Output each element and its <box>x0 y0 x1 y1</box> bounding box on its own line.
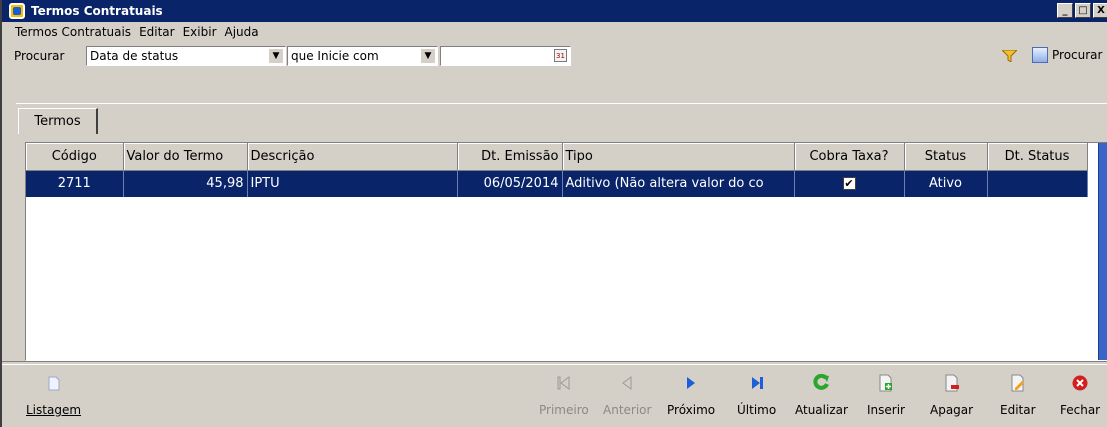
table-header-row: Código Valor do Termo Descrição Dt. Emis… <box>26 143 1088 171</box>
search-icon <box>1032 47 1048 63</box>
fechar-button[interactable]: Fechar <box>1060 372 1100 417</box>
filter-icon[interactable] <box>1002 50 1017 62</box>
apagar-label: Apagar <box>930 403 974 417</box>
cell-status: Ativo <box>904 170 988 197</box>
terms-table: Código Valor do Termo Descrição Dt. Emis… <box>26 143 1088 197</box>
cell-cobra-taxa: ✔ <box>794 170 905 197</box>
cell-tipo: Aditivo (Não altera valor do co <box>562 170 795 197</box>
chevron-down-icon[interactable]: ▼ <box>421 49 435 63</box>
title-bar[interactable]: Termos Contratuais _ □ X <box>2 0 1107 22</box>
apagar-button[interactable]: Apagar <box>930 372 973 417</box>
search-field-value: Data de status <box>90 49 179 63</box>
chevron-down-icon[interactable]: ▼ <box>269 49 283 63</box>
minimize-button[interactable]: _ <box>1057 3 1073 18</box>
search-button-label: Procurar <box>1052 48 1103 62</box>
refresh-icon <box>812 372 830 394</box>
vertical-scrollbar[interactable] <box>1098 143 1107 360</box>
anterior-button[interactable]: Anterior <box>603 372 651 417</box>
search-operator-value: que Inicie com <box>291 49 379 63</box>
tab-strip-line <box>16 103 1107 104</box>
editar-label: Editar <box>1000 403 1036 417</box>
menu-ajuda[interactable]: Ajuda <box>221 25 263 39</box>
add-icon <box>878 372 894 394</box>
next-record-icon <box>685 372 697 394</box>
primeiro-button[interactable]: Primeiro <box>539 372 589 417</box>
search-value-input[interactable]: 31 <box>440 46 571 66</box>
proximo-button[interactable]: Próximo <box>667 372 715 417</box>
search-field-select[interactable]: Data de status ▼ <box>86 46 286 66</box>
cell-codigo: 2711 <box>26 170 124 197</box>
close-window-button[interactable]: X <box>1093 3 1107 18</box>
first-record-icon <box>557 372 571 394</box>
main-window: Termos Contratuais _ □ X Termos Contratu… <box>0 0 1107 427</box>
column-header-tipo[interactable]: Tipo <box>562 143 795 171</box>
window-title: Termos Contratuais <box>31 4 163 18</box>
ultimo-label: Último <box>737 403 777 417</box>
search-operator-select[interactable]: que Inicie com ▼ <box>287 46 438 66</box>
listagem-label: Listagem <box>26 403 82 417</box>
anterior-label: Anterior <box>603 403 652 417</box>
proximo-label: Próximo <box>667 403 716 417</box>
column-header-dt-status[interactable]: Dt. Status <box>987 143 1088 171</box>
splitter[interactable] <box>2 361 1107 365</box>
listagem-button[interactable]: Listagem <box>26 372 81 417</box>
previous-record-icon <box>621 372 633 394</box>
column-header-status[interactable]: Status <box>904 143 988 171</box>
column-header-valor-do-termo[interactable]: Valor do Termo <box>123 143 248 171</box>
document-icon <box>48 372 60 394</box>
delete-icon <box>944 372 960 394</box>
column-header-dt-emissao[interactable]: Dt. Emissão <box>457 143 563 171</box>
search-label: Procurar <box>14 49 65 63</box>
inserir-button[interactable]: Inserir <box>867 372 905 417</box>
app-icon <box>9 3 25 19</box>
inserir-label: Inserir <box>867 403 905 417</box>
terms-grid[interactable]: Código Valor do Termo Descrição Dt. Emis… <box>25 142 1107 361</box>
menu-exibir[interactable]: Exibir <box>179 25 221 39</box>
cell-valor: 45,98 <box>123 170 248 197</box>
cell-dt-emissao: 06/05/2014 <box>457 170 563 197</box>
menu-editar[interactable]: Editar <box>135 25 179 39</box>
menu-termos-contratuais[interactable]: Termos Contratuais <box>11 25 135 39</box>
edit-icon <box>1010 372 1026 394</box>
cell-descricao: IPTU <box>247 170 458 197</box>
tab-termos[interactable]: Termos <box>18 108 98 134</box>
last-record-icon <box>750 372 764 394</box>
search-toolbar: Procurar Data de status ▼ que Inicie com… <box>2 44 1107 68</box>
column-header-codigo[interactable]: Código <box>26 143 124 171</box>
column-header-descricao[interactable]: Descrição <box>247 143 458 171</box>
maximize-button[interactable]: □ <box>1075 3 1091 18</box>
menu-bar: Termos Contratuais Editar Exibir Ajuda <box>2 22 263 42</box>
window-controls: _ □ X <box>1057 3 1107 18</box>
bottom-toolbar: Listagem Primeiro Anterior Próximo Últim <box>2 366 1107 427</box>
atualizar-button[interactable]: Atualizar <box>795 372 848 417</box>
cell-dt-status <box>987 170 1088 197</box>
column-header-cobra-taxa[interactable]: Cobra Taxa? <box>794 143 905 171</box>
primeiro-label: Primeiro <box>539 403 589 417</box>
editar-button[interactable]: Editar <box>1000 372 1036 417</box>
atualizar-label: Atualizar <box>795 403 848 417</box>
ultimo-button[interactable]: Último <box>737 372 776 417</box>
table-row[interactable]: 2711 45,98 IPTU 06/05/2014 Aditivo (Não … <box>26 170 1088 197</box>
cobra-taxa-checkbox[interactable]: ✔ <box>842 177 856 191</box>
close-icon <box>1072 372 1088 394</box>
fechar-label: Fechar <box>1060 403 1101 417</box>
calendar-icon[interactable]: 31 <box>554 49 567 62</box>
search-button[interactable]: Procurar <box>1032 47 1102 63</box>
